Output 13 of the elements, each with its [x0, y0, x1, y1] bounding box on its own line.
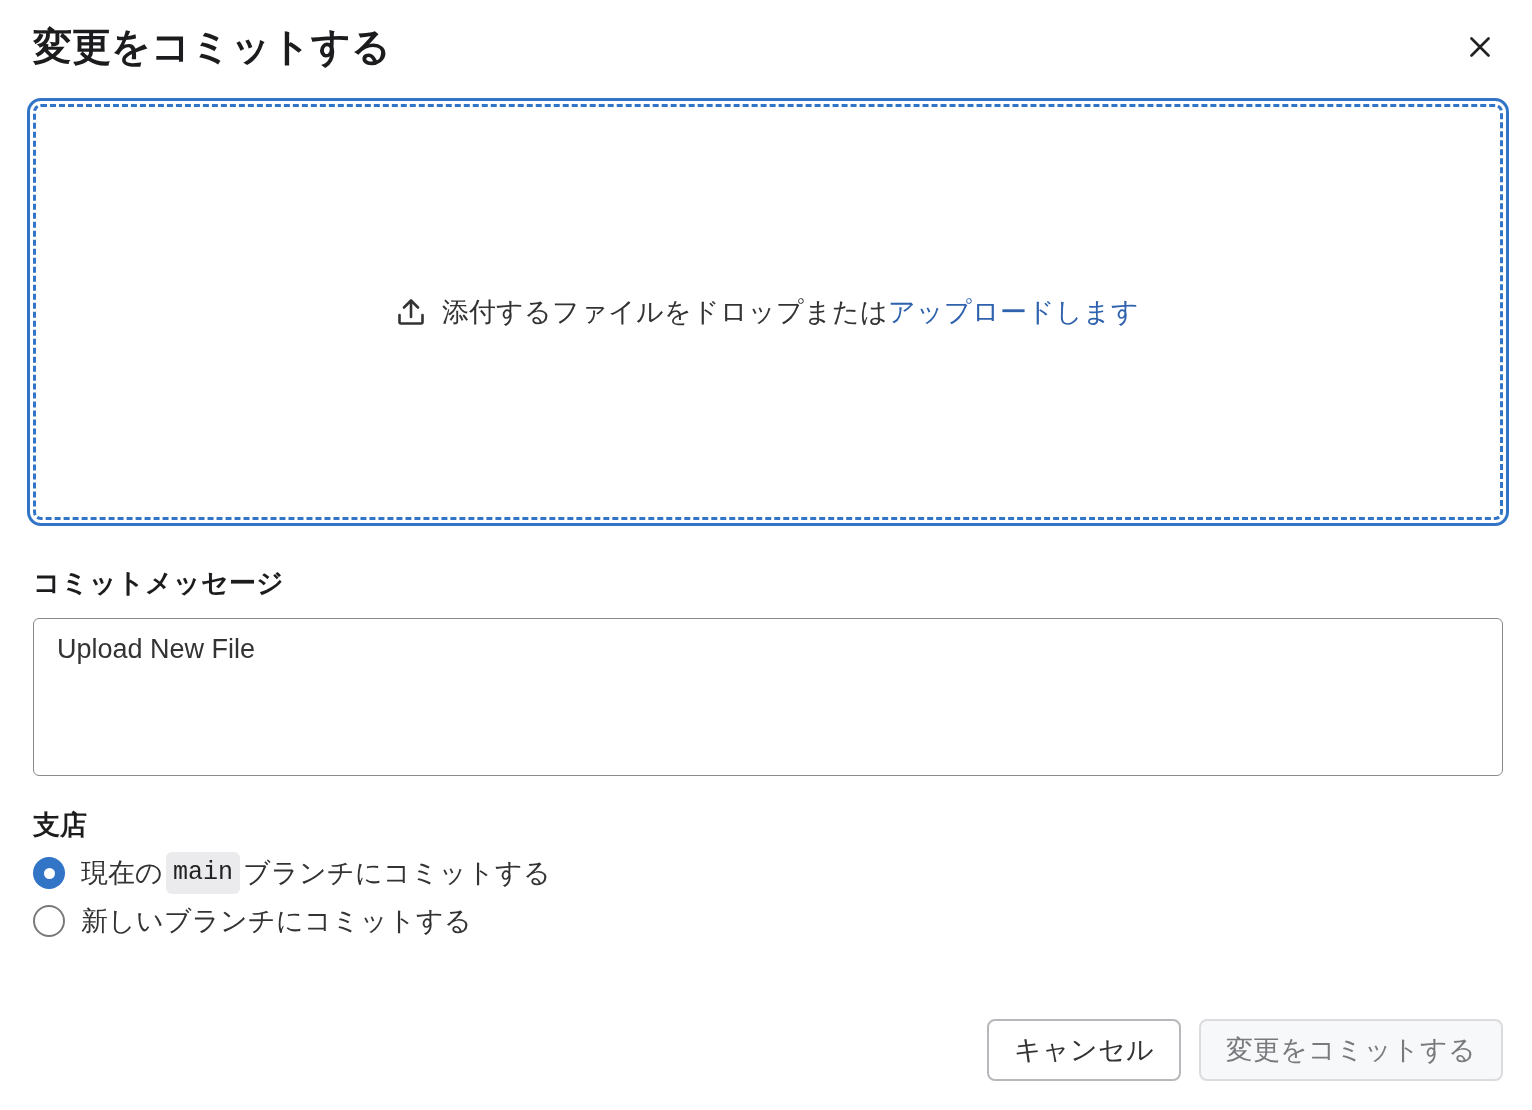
- radio-button[interactable]: [33, 857, 65, 889]
- radio-label[interactable]: 新しいブランチにコミットする: [81, 901, 472, 941]
- close-icon: [1470, 37, 1490, 57]
- cancel-button[interactable]: キャンセル: [987, 1019, 1181, 1081]
- upload-link[interactable]: アップロードします: [888, 297, 1139, 327]
- dialog-title: 変更をコミットする: [33, 24, 391, 70]
- commit-message-label: コミットメッセージ: [33, 567, 284, 600]
- radio-button[interactable]: [33, 905, 65, 937]
- drop-instruction: 添付するファイルをドロップまたはアップロードします: [442, 296, 1139, 329]
- branch-label: 支店: [33, 809, 87, 842]
- upload-icon: [397, 298, 425, 326]
- radio-label[interactable]: 現在の main ブランチにコミットする: [81, 852, 551, 894]
- commit-message-field[interactable]: Upload New File: [33, 618, 1503, 776]
